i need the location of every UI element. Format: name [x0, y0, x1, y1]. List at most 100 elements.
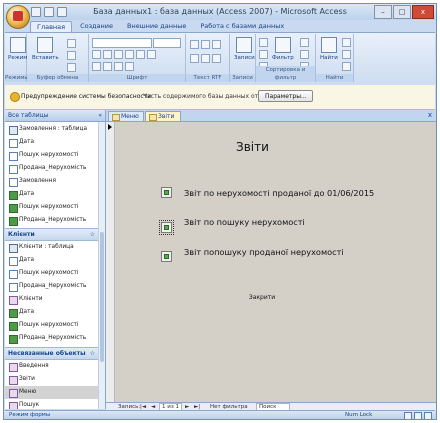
- sort-ascending-icon[interactable]: [259, 38, 268, 47]
- group-sort-filter-label: Сортировка и фильтр: [256, 66, 315, 82]
- form-tab-icon: [112, 114, 120, 121]
- nav-item[interactable]: Дата: [5, 254, 99, 267]
- nav-item-selected[interactable]: Меню: [5, 386, 99, 399]
- doc-tab-reports[interactable]: Звіти: [145, 111, 181, 121]
- font-name-combo[interactable]: [92, 38, 152, 48]
- nav-group-clients[interactable]: Клієнти ☆: [5, 228, 99, 241]
- office-button[interactable]: [6, 5, 30, 29]
- fill-color-icon[interactable]: [103, 61, 112, 71]
- records-button[interactable]: Записи: [234, 37, 255, 61]
- report-button-3[interactable]: [161, 251, 172, 262]
- form-view-icon[interactable]: [404, 412, 412, 419]
- advanced-filter-icon[interactable]: [300, 50, 309, 59]
- paste-icon: [37, 37, 54, 53]
- tab-database-tools[interactable]: Работа с базами данных: [194, 21, 290, 32]
- nav-item-label: Дата: [19, 191, 35, 197]
- group-rtf-label: Текст RTF: [186, 74, 229, 82]
- bold-icon[interactable]: [92, 49, 101, 59]
- nav-item[interactable]: Пошук нерухомості: [5, 149, 99, 162]
- highlight-icon[interactable]: [212, 53, 221, 63]
- report-button-icon: [164, 254, 169, 259]
- sort-descending-icon[interactable]: [259, 50, 268, 59]
- nav-item[interactable]: Дата: [5, 136, 99, 149]
- font-size-combo[interactable]: [153, 38, 181, 48]
- nav-item[interactable]: Звіти: [5, 373, 99, 386]
- nav-item[interactable]: Дата: [5, 306, 99, 319]
- nav-item[interactable]: Пошук: [5, 399, 99, 409]
- ltr-icon[interactable]: [212, 39, 221, 49]
- replace-icon[interactable]: [342, 38, 351, 47]
- maximize-button[interactable]: □: [393, 5, 411, 19]
- align-left-icon[interactable]: [125, 49, 134, 59]
- doc-tab-label: Звіти: [158, 113, 175, 120]
- design-view-icon[interactable]: [424, 412, 432, 419]
- group-find: Найти Найти: [316, 34, 354, 82]
- cut-icon[interactable]: [67, 39, 76, 48]
- nav-item[interactable]: Продана_Нерухомість: [5, 162, 99, 175]
- nav-item[interactable]: Замовлення : таблица: [5, 123, 99, 136]
- query-icon: [9, 283, 18, 292]
- tab-home[interactable]: Главная: [30, 21, 73, 32]
- view-button[interactable]: Режим: [8, 37, 27, 61]
- nav-item[interactable]: Продана_Нерухомість: [5, 280, 99, 293]
- alt-row-color-icon[interactable]: [125, 61, 134, 71]
- rtf-row-2: [190, 53, 221, 63]
- underline-icon[interactable]: [114, 49, 123, 59]
- tab-create[interactable]: Создание: [74, 21, 119, 32]
- numbering-icon[interactable]: [201, 53, 210, 63]
- records-button-label: Записи: [234, 55, 255, 61]
- form-title: Звіти: [236, 140, 269, 154]
- nav-group-unlinked[interactable]: Несвязанные объекты ☆: [5, 347, 99, 360]
- nav-pane-collapse-button[interactable]: «: [98, 112, 102, 119]
- minimize-button[interactable]: –: [374, 5, 392, 19]
- nav-item[interactable]: ПРодана_Нерухомість: [5, 332, 99, 345]
- align-center-icon[interactable]: [136, 49, 145, 59]
- report-button-1[interactable]: [161, 187, 172, 198]
- chevron-up-icon[interactable]: ☆: [90, 231, 95, 238]
- font-color-icon[interactable]: [92, 61, 101, 71]
- indent-icon[interactable]: [190, 39, 199, 49]
- nav-pane-header[interactable]: Все таблицы «: [5, 110, 105, 122]
- doc-tab-menu[interactable]: Меню: [108, 111, 144, 121]
- copy-icon[interactable]: [67, 51, 76, 60]
- close-doc-icon[interactable]: x: [428, 111, 432, 119]
- gridlines-icon[interactable]: [114, 61, 123, 71]
- nav-item[interactable]: Пошук нерухомості: [5, 201, 99, 214]
- nav-item[interactable]: Замовлення: [5, 175, 99, 188]
- nav-item-label: Замовлення: [19, 178, 56, 184]
- nav-item-label: ПРодана_Нерухомість: [19, 335, 87, 341]
- format-painter-icon[interactable]: [67, 63, 76, 72]
- nav-scrollbar[interactable]: [98, 122, 105, 409]
- nav-item[interactable]: Клієнти: [5, 293, 99, 306]
- nav-item[interactable]: Пошук нерухомості: [5, 319, 99, 332]
- nav-item[interactable]: ПРодана_Нерухомість: [5, 214, 99, 227]
- group-find-label: Найти: [316, 74, 353, 82]
- tab-external-data[interactable]: Внешние данные: [121, 21, 192, 32]
- nav-item[interactable]: Клієнти : таблица: [5, 241, 99, 254]
- nav-scrollbar-thumb[interactable]: [100, 232, 104, 362]
- security-options-button[interactable]: Параметры...: [258, 90, 313, 102]
- bullets-icon[interactable]: [190, 53, 199, 63]
- record-selector[interactable]: [106, 122, 115, 402]
- report-icon: [9, 322, 18, 331]
- close-form-button[interactable]: Закрити: [247, 291, 277, 304]
- italic-icon[interactable]: [103, 49, 112, 59]
- nav-item[interactable]: Введення: [5, 360, 99, 373]
- document-tabs: Меню Звіти x: [106, 110, 436, 122]
- nav-item-label: Клієнти : таблица: [19, 244, 74, 250]
- paste-button[interactable]: Вставить: [32, 37, 59, 61]
- report-button-2[interactable]: [159, 220, 174, 235]
- selection-icon[interactable]: [300, 38, 309, 47]
- records-icon: [236, 37, 253, 53]
- outdent-icon[interactable]: [201, 39, 210, 49]
- nav-item[interactable]: Дата: [5, 188, 99, 201]
- close-window-button[interactable]: x: [412, 5, 434, 19]
- select-icon[interactable]: [342, 62, 351, 71]
- chevron-up-icon[interactable]: ☆: [90, 350, 95, 357]
- align-right-icon[interactable]: [147, 49, 156, 59]
- find-button[interactable]: Найти: [320, 37, 338, 61]
- goto-icon[interactable]: [342, 50, 351, 59]
- layout-view-icon[interactable]: [414, 412, 422, 419]
- filter-button[interactable]: Фильтр: [272, 37, 294, 61]
- nav-item[interactable]: Пошук нерухомості: [5, 267, 99, 280]
